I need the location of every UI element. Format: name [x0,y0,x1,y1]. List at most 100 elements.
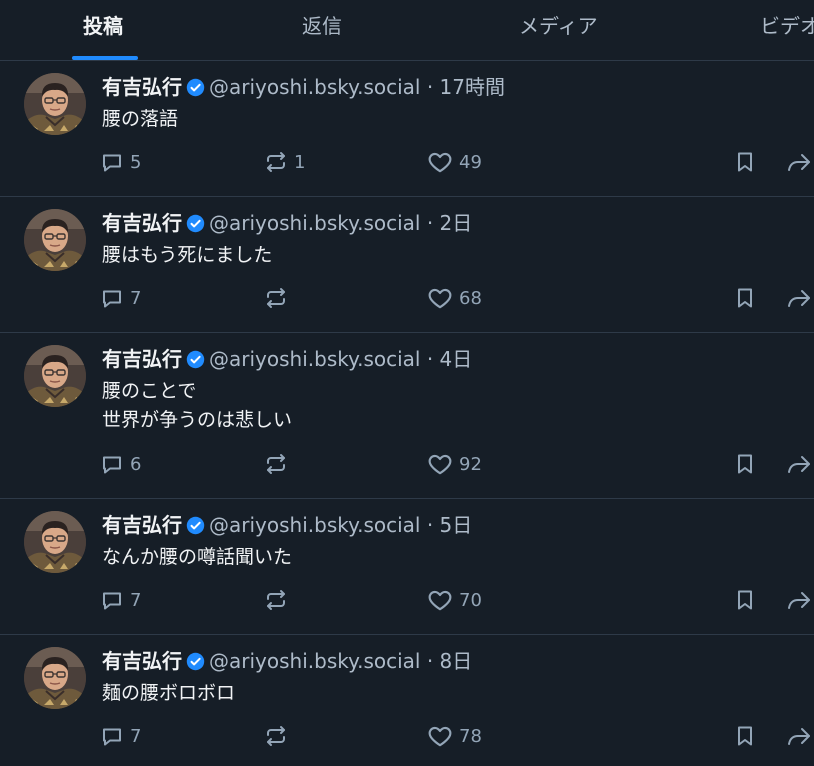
avatar[interactable] [24,73,86,135]
verified-badge-icon [186,650,205,671]
repost-icon [264,724,288,748]
like-button[interactable]: 78 [427,721,482,751]
post-header: 有吉弘行 @ariyoshi.bsky.social · 8日 [102,647,472,675]
post-actions: 7 70 [0,585,814,615]
post-text: 腰のことで 世界が争うのは悲しい [102,380,293,431]
author-name[interactable]: 有吉弘行 [102,75,182,99]
reply-icon [100,286,124,310]
repost-icon [264,150,288,174]
post-timestamp[interactable]: 2日 [440,211,473,235]
share-button[interactable] [785,585,813,615]
reply-button[interactable]: 7 [100,721,141,751]
separator-dot: · [420,347,440,371]
like-count: 78 [459,725,482,747]
post-item[interactable]: 有吉弘行 @ariyoshi.bsky.social · 4日 腰のことで 世界が… [0,333,814,499]
separator-dot: · [420,211,440,235]
like-count: 92 [459,453,482,475]
repost-button[interactable] [264,283,294,313]
like-count: 68 [459,287,482,309]
post-timestamp[interactable]: 8日 [440,649,473,673]
like-count: 70 [459,589,482,611]
share-button[interactable] [785,283,813,313]
reply-count: 7 [130,589,142,611]
bookmark-button[interactable] [733,283,757,313]
reply-button[interactable]: 6 [100,449,141,479]
post-header: 有吉弘行 @ariyoshi.bsky.social · 5日 [102,511,472,539]
post-text: なんか腰の噂話聞いた [102,546,293,568]
like-button[interactable]: 70 [427,585,482,615]
reply-button[interactable]: 7 [100,585,141,615]
author-handle[interactable]: @ariyoshi.bsky.social [209,513,420,537]
author-name[interactable]: 有吉弘行 [102,513,182,537]
like-icon [427,587,453,613]
reply-icon [100,150,124,174]
like-button[interactable]: 92 [427,449,482,479]
author-name[interactable]: 有吉弘行 [102,649,182,673]
post-text: 腰はもう死にました [102,244,273,266]
bookmark-button[interactable] [733,147,757,177]
share-button[interactable] [785,147,813,177]
repost-button[interactable] [264,721,294,751]
profile-tab-bar: 投稿 返信 メディア ビデオ [0,0,814,61]
post-item[interactable]: 有吉弘行 @ariyoshi.bsky.social · 17時間 腰の落語 5 … [0,61,814,197]
post-item[interactable]: 有吉弘行 @ariyoshi.bsky.social · 8日 麺の腰ボロボロ 7… [0,635,814,766]
share-button[interactable] [785,721,813,751]
post-item[interactable]: 有吉弘行 @ariyoshi.bsky.social · 2日 腰はもう死にました… [0,197,814,333]
like-icon [427,285,453,311]
bookmark-button[interactable] [733,585,757,615]
separator-dot: · [420,513,440,537]
share-button[interactable] [785,449,813,479]
post-header: 有吉弘行 @ariyoshi.bsky.social · 2日 [102,209,472,237]
post-actions: 6 92 [0,449,814,479]
tab-media[interactable]: メディア [519,12,598,40]
post-timestamp[interactable]: 4日 [440,347,473,371]
avatar[interactable] [24,345,86,407]
avatar[interactable] [24,209,86,271]
like-button[interactable]: 49 [427,147,482,177]
author-handle[interactable]: @ariyoshi.bsky.social [209,347,420,371]
like-count: 49 [459,151,482,173]
separator-dot: · [420,75,440,99]
repost-button[interactable] [264,449,294,479]
share-icon [785,150,813,174]
post-item[interactable]: 有吉弘行 @ariyoshi.bsky.social · 5日 なんか腰の噂話聞い… [0,499,814,635]
post-timestamp[interactable]: 5日 [440,513,473,537]
post-actions: 7 78 [0,721,814,751]
author-handle[interactable]: @ariyoshi.bsky.social [209,649,420,673]
avatar[interactable] [24,511,86,573]
author-handle[interactable]: @ariyoshi.bsky.social [209,75,420,99]
reply-count: 7 [130,287,142,309]
bookmark-icon [733,150,757,174]
post-header: 有吉弘行 @ariyoshi.bsky.social · 17時間 [102,73,505,101]
avatar[interactable] [24,647,86,709]
repost-button[interactable] [264,585,294,615]
author-name[interactable]: 有吉弘行 [102,347,182,371]
like-icon [427,723,453,749]
post-actions: 7 68 [0,283,814,313]
post-header: 有吉弘行 @ariyoshi.bsky.social · 4日 [102,345,472,373]
verified-badge-icon [186,76,205,97]
bookmark-icon [733,286,757,310]
bookmark-button[interactable] [733,721,757,751]
bookmark-button[interactable] [733,449,757,479]
bookmark-icon [733,588,757,612]
share-icon [785,588,813,612]
tab-replies[interactable]: 返信 [302,12,342,40]
reply-icon [100,588,124,612]
post-text: 麺の腰ボロボロ [102,682,236,704]
like-button[interactable]: 68 [427,283,482,313]
repost-icon [264,452,288,476]
tab-videos[interactable]: ビデオ [760,12,814,40]
repost-icon [264,588,288,612]
repost-button[interactable]: 1 [264,147,305,177]
tab-posts[interactable]: 投稿 [83,12,123,40]
author-handle[interactable]: @ariyoshi.bsky.social [209,211,420,235]
reply-button[interactable]: 5 [100,147,141,177]
verified-badge-icon [186,348,205,369]
post-timestamp[interactable]: 17時間 [440,75,505,99]
post-feed: 有吉弘行 @ariyoshi.bsky.social · 17時間 腰の落語 5 … [0,61,814,766]
reply-button[interactable]: 7 [100,283,141,313]
share-icon [785,724,813,748]
post-text: 腰の落語 [102,108,179,130]
author-name[interactable]: 有吉弘行 [102,211,182,235]
